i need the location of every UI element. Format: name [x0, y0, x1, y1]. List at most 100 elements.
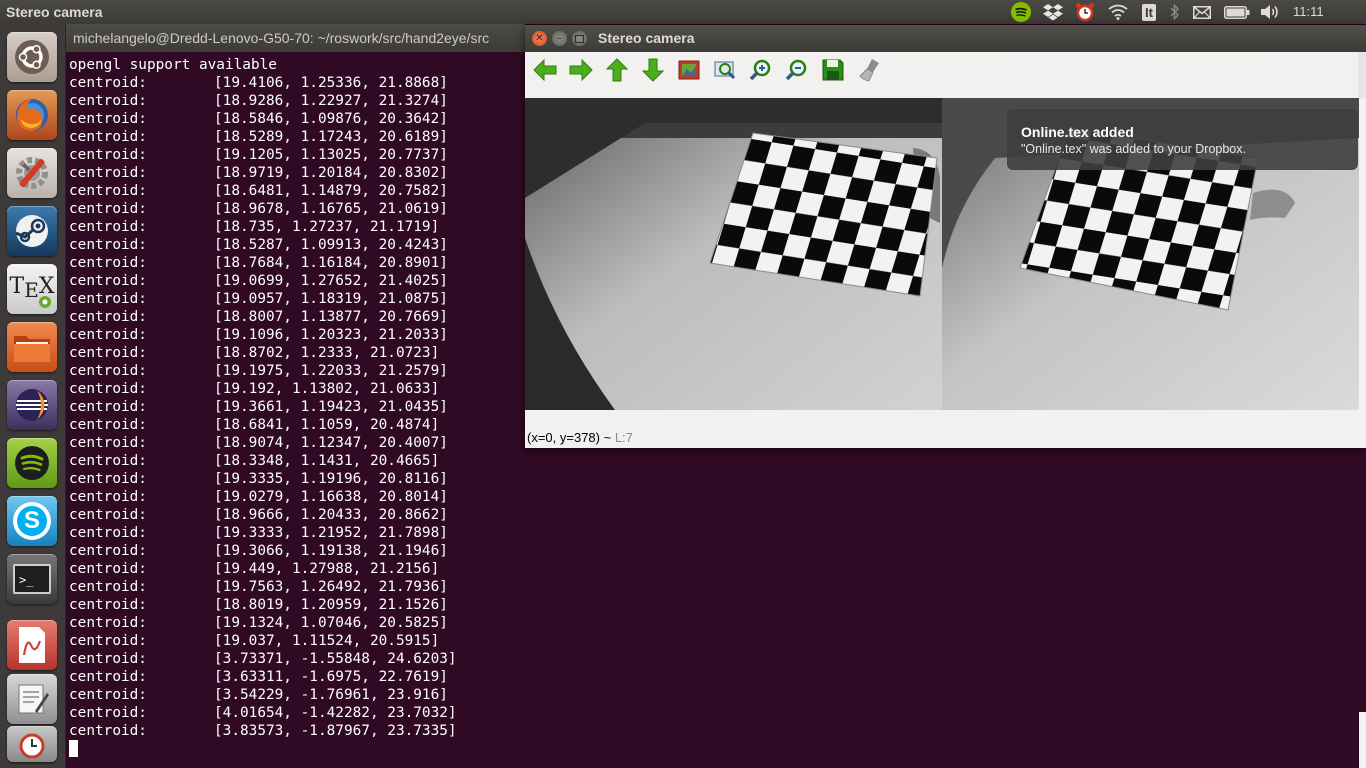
centroid-value: [19.1205, 1.13025, 20.7737]: [214, 147, 448, 163]
centroid-value: [18.3348, 1.1431, 20.4665]: [214, 453, 440, 469]
centroid-label: centroid:: [69, 93, 147, 109]
terminal-line: centroid: [19.1324, 1.07046, 20.5825]: [69, 614, 457, 632]
terminal-line: centroid: [19.4106, 1.25336, 21.8868]: [69, 74, 457, 92]
terminal-line: centroid: [19.1975, 1.22033, 21.2579]: [69, 362, 457, 380]
pan-right-icon[interactable]: [567, 56, 595, 84]
terminal-line: centroid: [19.037, 1.11524, 20.5915]: [69, 632, 457, 650]
centroid-value: [18.9286, 1.22927, 21.3274]: [214, 93, 448, 109]
bluetooth-icon[interactable]: [1166, 0, 1184, 24]
minimize-button[interactable]: –: [552, 31, 567, 46]
centroid-label: centroid:: [69, 633, 147, 649]
skype-icon[interactable]: S: [7, 496, 57, 546]
zoom-to-fit-icon[interactable]: [711, 56, 739, 84]
centroid-value: [18.6481, 1.14879, 20.7582]: [214, 183, 448, 199]
centroid-label: centroid:: [69, 129, 147, 145]
centroid-value: [18.7684, 1.16184, 20.8901]: [214, 255, 448, 271]
close-button[interactable]: ✕: [532, 31, 547, 46]
notification-body: "Online.tex" was added to your Dropbox.: [1021, 142, 1246, 156]
stereo-window-titlebar[interactable]: ✕ – Stereo camera: [525, 25, 1366, 52]
ubuntu-dash-icon[interactable]: [7, 32, 57, 82]
centroid-label: centroid:: [69, 381, 147, 397]
centroid-value: [18.6841, 1.1059, 20.4874]: [214, 417, 440, 433]
status-text: (x=0, y=378) ~ L:7: [527, 430, 633, 445]
terminal-line: centroid: [19.3066, 1.19138, 21.1946]: [69, 542, 457, 560]
alarm-clock-icon[interactable]: [1072, 0, 1098, 24]
maximize-button[interactable]: [572, 31, 587, 46]
terminal-icon[interactable]: >_: [7, 554, 57, 604]
files-icon[interactable]: [7, 322, 57, 372]
centroid-label: centroid:: [69, 309, 147, 325]
centroid-label: centroid:: [69, 543, 147, 559]
properties-icon[interactable]: [855, 56, 883, 84]
centroid-label: centroid:: [69, 363, 147, 379]
terminal-line: centroid: [18.735, 1.27237, 21.1719]: [69, 218, 457, 236]
texmaker-icon[interactable]: TEX: [7, 264, 57, 314]
terminal-line: centroid: [3.73371, -1.55848, 24.6203]: [69, 650, 457, 668]
terminal-line: centroid: [19.0699, 1.27652, 21.4025]: [69, 272, 457, 290]
centroid-value: [4.01654, -1.42282, 23.7032]: [214, 705, 457, 721]
centroid-label: centroid:: [69, 597, 147, 613]
eclipse-icon[interactable]: [7, 380, 57, 430]
pan-down-icon[interactable]: [639, 56, 667, 84]
terminal-line: centroid: [18.9666, 1.20433, 20.8662]: [69, 506, 457, 524]
save-icon[interactable]: [819, 56, 847, 84]
mail-icon[interactable]: [1190, 0, 1214, 24]
centroid-label: centroid:: [69, 435, 147, 451]
maximize-icon: [575, 34, 584, 43]
terminal-line: centroid: [18.9678, 1.16765, 21.0619]: [69, 200, 457, 218]
wifi-icon[interactable]: [1105, 0, 1131, 24]
pan-up-icon[interactable]: [603, 56, 631, 84]
document-viewer-icon[interactable]: [7, 620, 57, 670]
centroid-label: centroid:: [69, 111, 147, 127]
terminal-line: centroid: [18.6481, 1.14879, 20.7582]: [69, 182, 457, 200]
centroid-value: [18.5289, 1.17243, 20.6189]: [214, 129, 448, 145]
centroid-label: centroid:: [69, 255, 147, 271]
centroid-value: [19.0699, 1.27652, 21.4025]: [214, 273, 448, 289]
terminal-line: centroid: [19.3661, 1.19423, 21.0435]: [69, 398, 457, 416]
text-editor-icon[interactable]: [7, 674, 57, 724]
centroid-value: [19.192, 1.13802, 21.0633]: [214, 381, 440, 397]
zoom-in-icon[interactable]: [747, 56, 775, 84]
dropbox-icon[interactable]: [1040, 0, 1066, 24]
keyboard-layout-icon[interactable]: It: [1138, 0, 1160, 24]
dropbox-notification: Online.tex added "Online.tex" was added …: [1007, 109, 1358, 170]
pan-left-icon[interactable]: [531, 56, 559, 84]
battery-icon[interactable]: [1222, 0, 1252, 24]
system-settings-icon[interactable]: [7, 148, 57, 198]
spotify-icon[interactable]: [1008, 0, 1034, 24]
clock[interactable]: 11:11: [1293, 4, 1324, 19]
terminal-line: centroid: [19.0279, 1.16638, 20.8014]: [69, 488, 457, 506]
centroid-value: [3.83573, -1.87967, 23.7335]: [214, 723, 457, 739]
terminal-line: centroid: [18.8019, 1.20959, 21.1526]: [69, 596, 457, 614]
toolbar-scrollbar[interactable]: [1358, 52, 1366, 98]
terminal-line: centroid: [19.3335, 1.19196, 20.8116]: [69, 470, 457, 488]
firefox-icon[interactable]: [7, 90, 57, 140]
centroid-value: [19.3333, 1.21952, 21.7898]: [214, 525, 448, 541]
centroid-value: [18.9666, 1.20433, 20.8662]: [214, 507, 448, 523]
terminal-line: centroid: [19.0957, 1.18319, 21.0875]: [69, 290, 457, 308]
steam-icon[interactable]: [7, 206, 57, 256]
centroid-label: centroid:: [69, 273, 147, 289]
centroid-label: centroid:: [69, 489, 147, 505]
terminal-line: centroid: [3.83573, -1.87967, 23.7335]: [69, 722, 457, 740]
centroid-value: [19.037, 1.11524, 20.5915]: [214, 633, 440, 649]
terminal-line: centroid: [18.8702, 1.2333, 21.0723]: [69, 344, 457, 362]
centroid-label: centroid:: [69, 201, 147, 217]
zoom-out-icon[interactable]: [783, 56, 811, 84]
terminal-scrollbar[interactable]: [1359, 712, 1366, 768]
stereo-camera-window: ✕ – Stereo camera (x=0, y=378) ~ L:7: [525, 25, 1366, 448]
zoom-to-window-icon[interactable]: [675, 56, 703, 84]
volume-icon[interactable]: [1257, 0, 1283, 24]
centroid-value: [18.9719, 1.20184, 20.8302]: [214, 165, 448, 181]
centroid-value: [19.1096, 1.20323, 21.2033]: [214, 327, 448, 343]
launcher: TEX S >_: [0, 24, 66, 768]
spotify-launcher-icon[interactable]: [7, 438, 57, 488]
terminal-line: centroid: [18.5846, 1.09876, 20.3642]: [69, 110, 457, 128]
centroid-value: [19.4106, 1.25336, 21.8868]: [214, 75, 448, 91]
centroid-value: [18.5287, 1.09913, 20.4243]: [214, 237, 448, 253]
terminal-line: centroid: [19.1096, 1.20323, 21.2033]: [69, 326, 457, 344]
centroid-label: centroid:: [69, 399, 147, 415]
alarm-launcher-icon[interactable]: [7, 726, 57, 762]
centroid-value: [18.9074, 1.12347, 20.4007]: [214, 435, 448, 451]
centroid-label: centroid:: [69, 327, 147, 343]
